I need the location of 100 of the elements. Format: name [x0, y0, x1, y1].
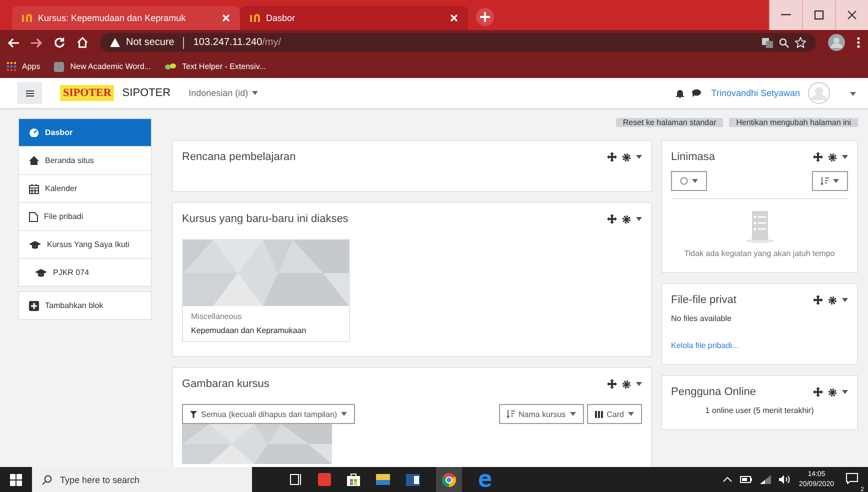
tab-title: Dasbor: [266, 13, 296, 23]
move-icon[interactable]: [607, 379, 617, 389]
bookmark[interactable]: New Academic Word...: [54, 62, 152, 72]
network-icon[interactable]: [760, 475, 771, 484]
close-icon[interactable]: [450, 14, 458, 22]
close-icon[interactable]: [222, 14, 230, 22]
close-button[interactable]: [835, 0, 868, 30]
settings-icon[interactable]: [622, 214, 631, 224]
grid-icon: [594, 410, 603, 418]
block-title: Pengguna Online: [671, 386, 756, 398]
nav-item[interactable]: File pribadi: [19, 202, 151, 230]
edge-icon[interactable]: [478, 472, 492, 486]
caret-icon[interactable]: [842, 298, 848, 302]
language-menu[interactable]: Indonesian (id): [188, 88, 258, 98]
sort-icon: [821, 177, 829, 185]
caret-icon: [628, 412, 634, 416]
battery-icon[interactable]: [740, 476, 752, 483]
star-icon[interactable]: [795, 37, 806, 48]
menu-icon: [26, 90, 34, 96]
chat-icon[interactable]: [692, 89, 702, 97]
browser-tab[interactable]: Kursus: Kepemudaan dan Kepramuk: [12, 6, 240, 30]
filter-icon: [190, 410, 197, 418]
filter-dropdown[interactable]: Semua (kecuali dihapus dari tampilan): [182, 404, 356, 424]
caret-icon: [833, 179, 839, 183]
course-card[interactable]: Miscellaneous Kepemudaan dan Kepramukaan: [182, 239, 350, 342]
bell-icon[interactable]: [676, 88, 684, 98]
caret-icon[interactable]: [636, 155, 642, 159]
maximize-icon: [814, 10, 824, 20]
view-dropdown[interactable]: Card: [586, 404, 642, 424]
empty-message: Tidak ada kegiatan yang akan jatuh tempo: [684, 249, 835, 258]
home-icon[interactable]: [77, 37, 88, 48]
forward-icon[interactable]: [31, 38, 42, 48]
block-title: Rencana pembelajaran: [182, 151, 296, 163]
settings-icon[interactable]: [622, 152, 631, 162]
menu-icon[interactable]: [857, 37, 860, 48]
settings-icon[interactable]: [828, 388, 837, 396]
chrome-icon[interactable]: [442, 472, 456, 486]
graduation-cap-icon: [29, 240, 41, 248]
avatar-icon[interactable]: [828, 34, 845, 51]
calendar-icon: [29, 184, 39, 194]
search-icon[interactable]: [779, 38, 789, 48]
site-name[interactable]: SIPOTER: [122, 87, 171, 99]
nav-item[interactable]: Kalender: [19, 174, 151, 202]
nav-item[interactable]: Beranda situs: [19, 146, 151, 174]
browser-tab[interactable]: Dasbor: [240, 6, 468, 30]
move-icon[interactable]: [813, 387, 823, 397]
clock-icon: [680, 177, 688, 185]
move-icon[interactable]: [607, 152, 617, 162]
page-button[interactable]: Reset ke halaman standar: [616, 118, 724, 127]
caret-icon[interactable]: [636, 382, 642, 386]
date-filter-dropdown[interactable]: [671, 171, 707, 191]
sort-dropdown[interactable]: [812, 171, 848, 191]
bookmark[interactable]: Text Helper - Extensiv...: [165, 62, 266, 71]
back-icon[interactable]: [8, 38, 19, 48]
page-button[interactable]: Hentikan mengubah halaman ini: [729, 118, 858, 127]
plus-icon: [29, 300, 39, 310]
dashboard-icon: [29, 128, 39, 137]
user-name[interactable]: Trinovandhi Setyawan: [711, 88, 800, 98]
sort-icon: [506, 410, 515, 418]
bookmark-icon: [54, 62, 64, 72]
sort-dropdown[interactable]: Nama kursus: [498, 404, 584, 424]
nav-item[interactable]: PJKR 074: [19, 258, 151, 286]
course-name[interactable]: Kepemudaan dan Kepramukaan: [191, 326, 341, 335]
caret-icon[interactable]: [842, 390, 848, 394]
caret-icon: [252, 91, 258, 95]
nav-item[interactable]: Kursus Yang Saya Ikuti: [19, 230, 151, 258]
address-bar[interactable]: Not secure 103.247.11.240/my/: [100, 33, 816, 52]
graduation-cap-icon: [35, 268, 47, 276]
settings-icon[interactable]: [828, 152, 837, 162]
move-icon[interactable]: [813, 295, 823, 305]
caret-icon: [850, 92, 856, 96]
reload-icon[interactable]: [54, 37, 65, 48]
store-icon[interactable]: [347, 473, 360, 486]
site-logo[interactable]: SIPOTER: [60, 85, 114, 101]
taskbar-search[interactable]: Type here to search: [32, 467, 252, 492]
nav-item[interactable]: Dasbor: [19, 119, 151, 146]
site-icon: [250, 14, 260, 22]
file-icon: [29, 212, 38, 222]
new-tab-button[interactable]: [476, 8, 494, 26]
start-icon[interactable]: [10, 474, 22, 486]
settings-icon[interactable]: [828, 296, 837, 304]
task-view-icon[interactable]: [290, 474, 302, 485]
menu-button[interactable]: [17, 82, 42, 104]
plus-icon: [480, 12, 490, 22]
caret-icon[interactable]: [636, 217, 642, 221]
settings-icon[interactable]: [622, 380, 631, 388]
block-title: Linimasa: [671, 151, 716, 163]
move-icon[interactable]: [607, 214, 617, 224]
search-icon: [42, 474, 52, 484]
warning-icon: [110, 38, 120, 47]
move-icon[interactable]: [813, 152, 823, 162]
maximize-button[interactable]: [802, 0, 835, 30]
bookmark[interactable]: Apps: [7, 62, 40, 71]
caret-icon: [341, 412, 348, 416]
manage-files-link[interactable]: Kelola file pribadi...: [671, 341, 848, 350]
folder-icon[interactable]: [376, 474, 390, 485]
caret-icon[interactable]: [842, 155, 848, 159]
add-block-link[interactable]: Tambahkan blok: [19, 292, 151, 319]
volume-icon[interactable]: [778, 475, 791, 484]
chevron-up-icon[interactable]: [722, 477, 732, 482]
